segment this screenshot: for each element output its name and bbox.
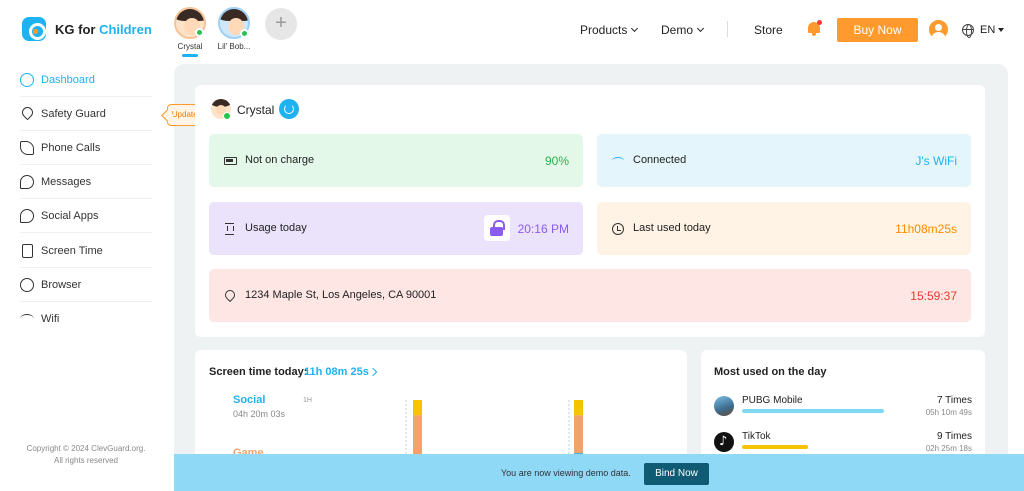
child-name: Crystal xyxy=(177,42,203,51)
copyright-text: Copyright © 2024 ClevGuard.org. All righ… xyxy=(26,444,146,465)
bar-segment-other xyxy=(413,400,422,416)
globe-icon[interactable] xyxy=(962,24,974,38)
screen-time-title: Screen time today: xyxy=(209,366,308,378)
wifi-tile: Connected J's WiFi xyxy=(597,134,971,187)
active-tab-indicator xyxy=(182,54,198,57)
usage-time: 20:16 PM xyxy=(517,222,569,236)
child-tab-lil-bob[interactable]: Lil' Bob... xyxy=(212,7,256,51)
dashboard-icon xyxy=(20,73,34,87)
caret-down-icon xyxy=(998,28,1005,33)
store-link[interactable]: Store xyxy=(754,23,783,37)
pubg-icon xyxy=(714,396,734,416)
last-used-duration: 11h08m25s xyxy=(895,222,957,236)
location-tile[interactable]: 1234 Maple St, Los Angeles, CA 90001 15:… xyxy=(209,269,971,322)
compass-icon xyxy=(20,278,34,292)
category-social-time: 04h 20m 03s xyxy=(233,409,286,419)
buy-now-button[interactable]: Buy Now xyxy=(837,18,918,42)
usage-bar xyxy=(742,409,884,413)
last-used-tile: Last used today 11h08m25s xyxy=(597,202,971,255)
sidebar-item-social-apps[interactable]: Social Apps xyxy=(20,199,152,233)
phone-icon xyxy=(20,141,34,155)
online-status-dot xyxy=(223,112,231,120)
bar-segment-game xyxy=(574,415,583,454)
social-chat-icon xyxy=(20,209,34,223)
brand-name[interactable]: KG for Children xyxy=(55,22,152,37)
category-social-label: Social xyxy=(233,394,266,406)
location-pin-icon xyxy=(222,287,238,303)
add-child-button[interactable]: + xyxy=(265,8,297,40)
bind-now-button[interactable]: Bind Now xyxy=(644,463,709,485)
battery-tile: Not on charge 90% xyxy=(209,134,583,187)
location-pin-icon xyxy=(19,104,36,121)
chat-bubble-icon xyxy=(20,175,34,189)
refresh-icon[interactable] xyxy=(279,99,299,119)
sidebar-item-wifi[interactable]: Wifi xyxy=(20,302,152,336)
status-child-name: Crystal xyxy=(237,103,275,117)
sidebar-item-browser[interactable]: Browser xyxy=(20,268,152,302)
sidebar-item-phone-calls[interactable]: Phone Calls xyxy=(20,131,152,165)
usage-bar xyxy=(742,445,808,449)
products-menu[interactable]: Products xyxy=(580,23,639,37)
battery-icon xyxy=(224,157,237,165)
online-status-dot xyxy=(240,29,249,38)
wifi-icon xyxy=(20,314,34,324)
wifi-network-name: J's WiFi xyxy=(915,154,957,168)
sidebar-item-messages[interactable]: Messages xyxy=(20,165,152,199)
demo-menu[interactable]: Demo xyxy=(661,23,705,37)
kg-logo-icon[interactable] xyxy=(22,17,46,41)
location-address: 1234 Maple St, Los Angeles, CA 90001 xyxy=(245,289,437,301)
demo-banner-text: You are now viewing demo data. xyxy=(501,468,631,478)
bar-segment-other xyxy=(574,400,583,416)
demo-banner: You are now viewing demo data. Bind Now xyxy=(174,454,1024,491)
screen-time-total[interactable]: 11h 08m 25s xyxy=(304,366,369,378)
sidebar-item-safety-guard[interactable]: Safety Guard xyxy=(19,97,152,131)
tiktok-icon xyxy=(714,432,734,452)
clock-icon xyxy=(612,223,624,235)
phone-screen-icon xyxy=(22,244,33,258)
sidebar-item-screen-time[interactable]: Screen Time xyxy=(20,234,152,268)
hourglass-icon xyxy=(225,223,234,235)
wifi-icon xyxy=(612,157,624,165)
usage-tile: Usage today 20:16 PM xyxy=(209,202,583,255)
y-tick-label: 1H xyxy=(303,397,312,404)
app-row-pubg[interactable]: PUBG Mobile 7 Times 05h 10m 49s xyxy=(714,394,972,430)
language-selector[interactable]: EN xyxy=(980,24,1005,36)
notification-bell-icon[interactable] xyxy=(807,20,822,36)
chevron-down-icon xyxy=(631,24,639,33)
nav-divider xyxy=(727,21,728,37)
child-tab-crystal[interactable]: Crystal xyxy=(168,7,212,57)
child-name: Lil' Bob... xyxy=(217,42,251,51)
online-status-dot xyxy=(195,28,204,37)
location-time: 15:59:37 xyxy=(910,289,957,303)
user-account-icon[interactable] xyxy=(929,20,948,39)
chevron-right-icon[interactable] xyxy=(368,367,378,377)
battery-level: 90% xyxy=(544,154,569,168)
most-used-title: Most used on the day xyxy=(714,366,827,378)
unlock-icon[interactable] xyxy=(484,215,510,241)
top-header: KG for Children Crystal Lil' Bob... + Pr… xyxy=(0,0,1024,60)
sidebar-item-dashboard[interactable]: Dashboard xyxy=(20,63,152,97)
chevron-down-icon xyxy=(696,24,705,33)
